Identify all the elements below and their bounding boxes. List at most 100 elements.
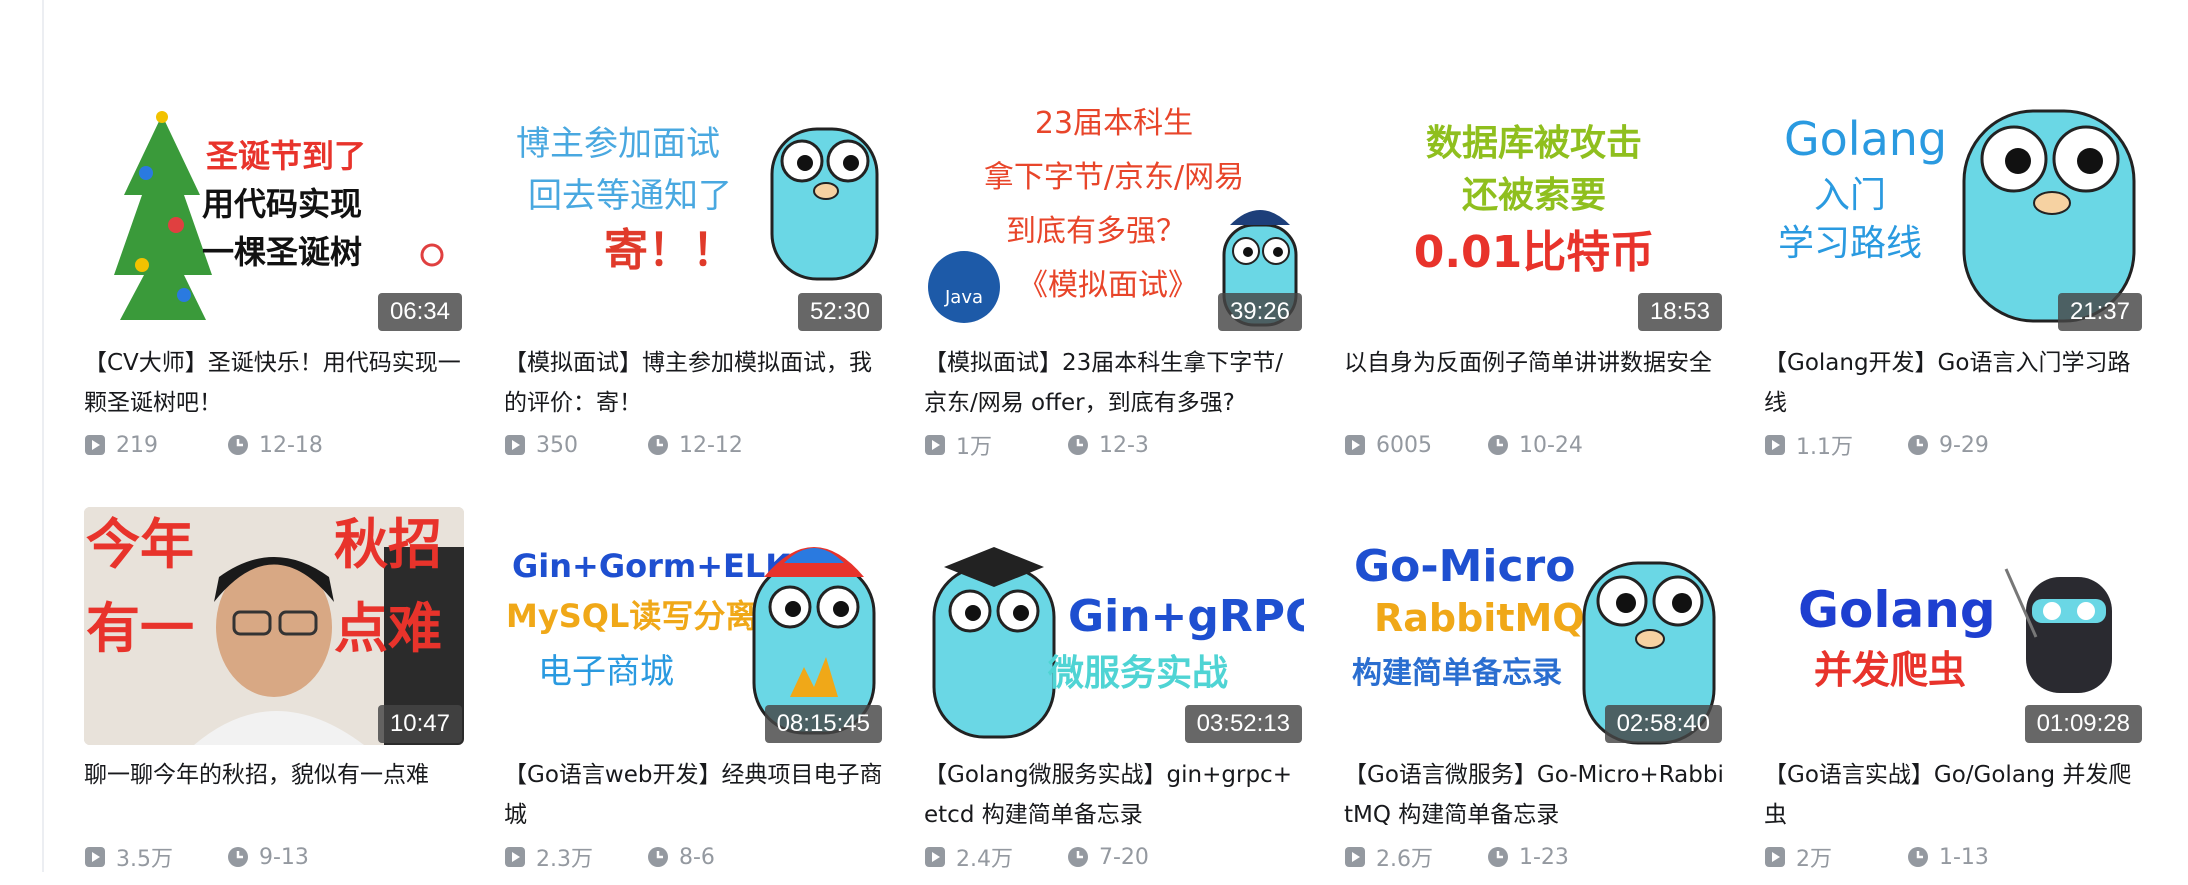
video-card[interactable]: Gin+gRPC 微服务实战 03:52:13 【Golang微服务实战】gin… (924, 507, 1304, 885)
play-count-value: 1万 (956, 435, 992, 460)
video-thumbnail[interactable]: Gin+Gorm+ELK MySQL读写分离 电子商城 08:15:45 (504, 507, 884, 745)
publish-date-value: 1-13 (1939, 844, 1989, 870)
video-stats: 6005 10-24 (1344, 427, 1724, 463)
svg-text:秋招: 秋招 (334, 513, 442, 576)
video-duration: 10:47 (377, 705, 462, 743)
video-grid: 圣诞节到了 用代码实现 一棵圣诞树 06:34 【CV大师】圣诞快乐！用代码实现… (84, 95, 2154, 885)
publish-date: 12-18 (227, 433, 370, 458)
video-thumbnail[interactable]: 博主参加面试 回去等通知了 寄！！ 52:30 (504, 95, 884, 333)
video-thumbnail[interactable]: 圣诞节到了 用代码实现 一棵圣诞树 06:34 (84, 95, 464, 333)
publish-date-value: 9-13 (259, 844, 309, 870)
play-count-value: 2.6万 (1376, 847, 1433, 872)
video-card[interactable]: Golang 入门 学习路线 21:37 【Golang开发】Go语言入门学习路… (1764, 95, 2144, 473)
svg-text:0.01比特币: 0.01比特币 (1414, 227, 1655, 278)
svg-text:数据库被攻击: 数据库被攻击 (1426, 123, 1642, 164)
video-title[interactable]: 【CV大师】圣诞快乐！用代码实现一颗圣诞树吧！ (84, 343, 464, 423)
video-thumbnail[interactable]: Go-Micro RabbitMQ 构建简单备忘录 02:58:40 (1344, 507, 1724, 745)
play-count-icon (1345, 435, 1365, 455)
publish-date: 12-12 (647, 433, 790, 458)
video-stats: 219 12-18 (84, 427, 464, 463)
svg-text:寄！！: 寄！！ (604, 225, 736, 276)
video-duration: 06:34 (377, 293, 462, 331)
play-count-value: 1.1万 (1796, 435, 1853, 460)
play-count: 3.5万 (84, 841, 227, 873)
video-duration: 21:37 (2057, 293, 2142, 331)
play-count: 350 (504, 433, 647, 458)
svg-text:有一: 有一 (86, 597, 194, 660)
video-title[interactable]: 【Go语言web开发】经典项目电子商城 (504, 755, 884, 835)
publish-date: 9-29 (1907, 433, 2050, 458)
video-stats: 2.3万 8-6 (504, 839, 884, 875)
clock-icon (1068, 847, 1088, 867)
svg-text:电子商城: 电子商城 (538, 652, 674, 692)
publish-date: 8-6 (647, 845, 790, 870)
video-card[interactable]: 圣诞节到了 用代码实现 一棵圣诞树 06:34 【CV大师】圣诞快乐！用代码实现… (84, 95, 464, 473)
video-stats: 2.6万 1-23 (1344, 839, 1724, 875)
svg-text:Golang: Golang (1784, 112, 1947, 166)
svg-text:微服务实战: 微服务实战 (1047, 653, 1228, 694)
play-count-icon (85, 847, 105, 867)
play-count: 219 (84, 433, 227, 458)
video-card[interactable]: Go-Micro RabbitMQ 构建简单备忘录 02:58:40 【Go语言… (1344, 507, 1724, 885)
play-count-icon (925, 435, 945, 455)
svg-text:Java: Java (944, 287, 983, 308)
publish-date: 1-23 (1487, 845, 1630, 870)
video-thumbnail[interactable]: 数据库被攻击 还被索要 0.01比特币 18:53 (1344, 95, 1724, 333)
publish-date-value: 1-23 (1519, 844, 1569, 870)
publish-date: 7-20 (1067, 845, 1210, 870)
svg-text:到底有多强？: 到底有多强？ (1006, 214, 1186, 249)
video-title[interactable]: 【模拟面试】博主参加模拟面试，我的评价：寄！ (504, 343, 884, 423)
video-stats: 1.1万 9-29 (1764, 427, 2144, 463)
clock-icon (648, 435, 668, 455)
svg-text:还被索要: 还被索要 (1462, 175, 1606, 216)
video-card[interactable]: Golang 并发爬虫 01:09:28 【Go语言实战】Go/Golang 并… (1764, 507, 2144, 885)
video-thumbnail[interactable]: Golang 并发爬虫 01:09:28 (1764, 507, 2144, 745)
video-title[interactable]: 【Go语言实战】Go/Golang 并发爬虫 (1764, 755, 2144, 835)
clock-icon (1488, 435, 1508, 455)
svg-text:RabbitMQ: RabbitMQ (1374, 596, 1585, 640)
play-count-icon (1345, 847, 1365, 867)
video-title[interactable]: 以自身为反面例子简单讲讲数据安全 (1344, 343, 1724, 423)
clock-icon (1488, 847, 1508, 867)
play-count-value: 2.3万 (536, 847, 593, 872)
video-thumbnail[interactable]: 23届本科生 拿下字节/京东/网易 到底有多强？ 《模拟面试》 Java 39:… (924, 95, 1304, 333)
video-card[interactable]: 数据库被攻击 还被索要 0.01比特币 18:53 以自身为反面例子简单讲讲数据… (1344, 95, 1724, 473)
video-title[interactable]: 聊一聊今年的秋招，貌似有一点难 (84, 755, 464, 835)
video-card[interactable]: 今年 秋招 有一 点难 10:47 聊一聊今年的秋招，貌似有一点难 3.5万 9… (84, 507, 464, 885)
video-title[interactable]: 【模拟面试】23届本科生拿下字节/京东/网易 offer，到底有多强? (924, 343, 1304, 423)
play-count: 2.3万 (504, 841, 647, 873)
play-count: 2万 (1764, 841, 1907, 873)
publish-date-value: 10-24 (1519, 432, 1583, 458)
video-duration: 01:09:28 (2024, 705, 2142, 743)
video-card[interactable]: Gin+Gorm+ELK MySQL读写分离 电子商城 08:15:45 【Go… (504, 507, 884, 885)
svg-text:构建简单备忘录: 构建简单备忘录 (1352, 656, 1562, 691)
play-count-icon (925, 847, 945, 867)
svg-text:入门: 入门 (1814, 175, 1886, 216)
play-count: 6005 (1344, 433, 1487, 458)
video-thumbnail[interactable]: 今年 秋招 有一 点难 10:47 (84, 507, 464, 745)
play-count-value: 3.5万 (116, 847, 173, 872)
video-title[interactable]: 【Go语言微服务】Go-Micro+RabbitMQ 构建简单备忘录 (1344, 755, 1724, 835)
video-thumbnail[interactable]: Golang 入门 学习路线 21:37 (1764, 95, 2144, 333)
video-stats: 1万 12-3 (924, 427, 1304, 463)
publish-date-value: 7-20 (1099, 844, 1149, 870)
svg-text:Golang: Golang (1798, 581, 1996, 639)
svg-text:今年: 今年 (86, 513, 194, 576)
video-thumbnail[interactable]: Gin+gRPC 微服务实战 03:52:13 (924, 507, 1304, 745)
video-title[interactable]: 【Golang开发】Go语言入门学习路线 (1764, 343, 2144, 423)
publish-date: 12-3 (1067, 433, 1210, 458)
video-card[interactable]: 博主参加面试 回去等通知了 寄！！ 52:30 【模拟面试】博主参加模拟面试，我… (504, 95, 884, 473)
video-card[interactable]: 23届本科生 拿下字节/京东/网易 到底有多强？ 《模拟面试》 Java 39:… (924, 95, 1304, 473)
video-title[interactable]: 【Golang微服务实战】gin+grpc+etcd 构建简单备忘录 (924, 755, 1304, 835)
video-duration: 18:53 (1637, 293, 1722, 331)
play-count: 2.4万 (924, 841, 1067, 873)
video-duration: 08:15:45 (764, 705, 882, 743)
play-count-icon (1765, 435, 1785, 455)
play-count-icon (505, 847, 525, 867)
publish-date: 1-13 (1907, 845, 2050, 870)
play-count-value: 6005 (1376, 432, 1432, 458)
svg-text:MySQL读写分离: MySQL读写分离 (506, 597, 757, 635)
play-count-icon (85, 435, 105, 455)
video-stats: 350 12-12 (504, 427, 884, 463)
svg-text:一棵圣诞树: 一棵圣诞树 (202, 233, 362, 271)
